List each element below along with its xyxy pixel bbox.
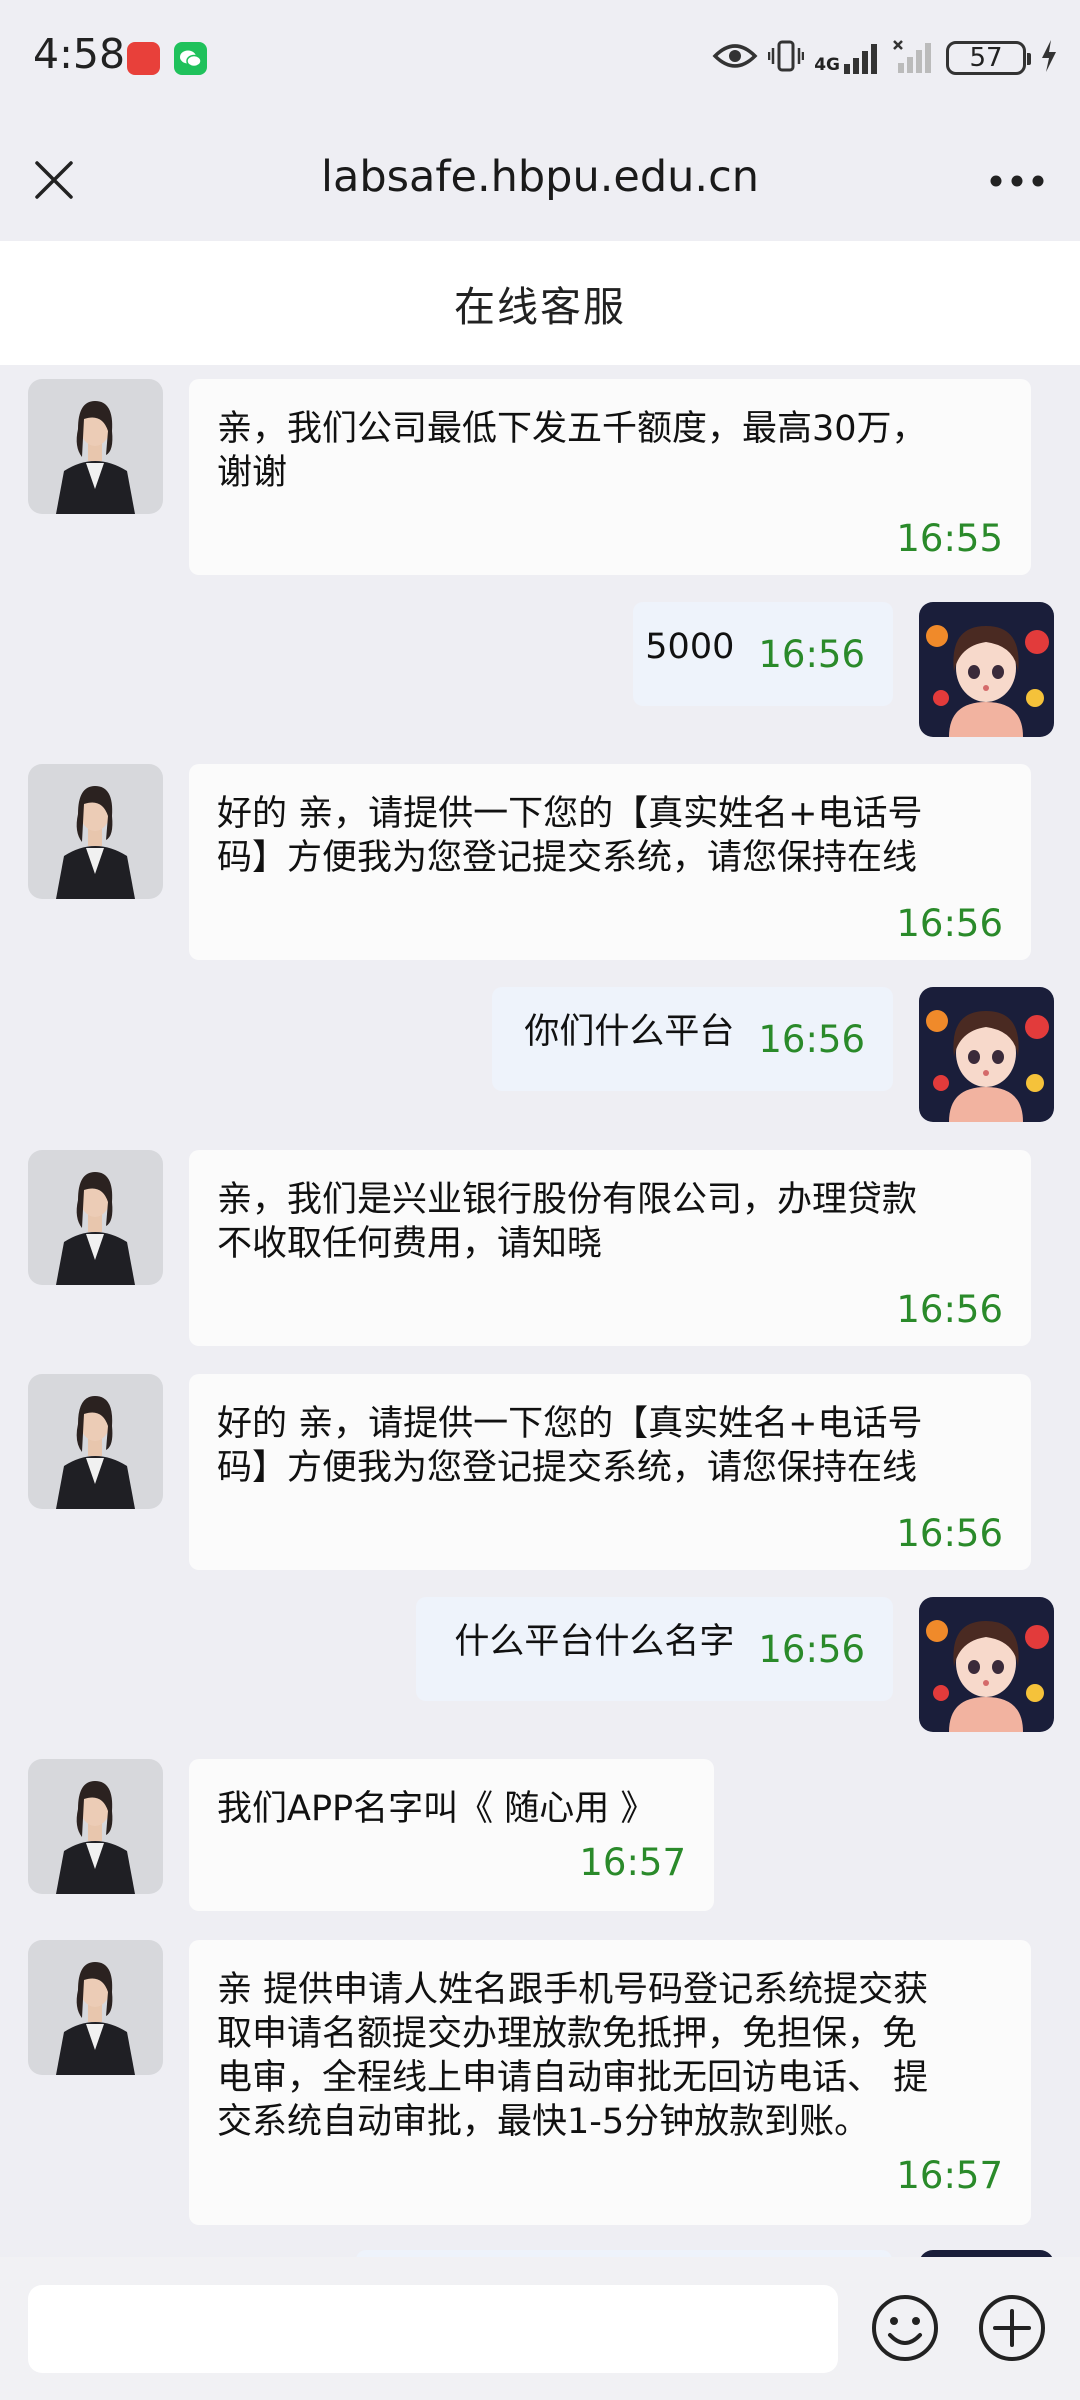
chat-bubble-agent: 亲，我们是兴业银行股份有限公司，办理贷款 不收取任何费用，请知晓 16:56 <box>189 1150 1031 1346</box>
user-avatar[interactable] <box>919 602 1054 737</box>
chat-bubble-agent: 好的 亲，请提供一下您的【真实姓名+电话号 码】方便我为您登记提交系统，请您保持… <box>189 764 1031 960</box>
more-button[interactable] <box>984 156 1050 206</box>
signal-off-icon <box>892 39 936 77</box>
charging-icon <box>1040 39 1058 77</box>
message-input[interactable] <box>28 2285 838 2373</box>
agent-avatar[interactable] <box>28 1374 163 1509</box>
chat-bubble-user: 5000 16:56 <box>633 602 893 706</box>
message-text: 好的 亲，请提供一下您的【真实姓名+电话号 码】方便我为您登记提交系统，请您保持… <box>217 1404 923 1488</box>
message-text: 5000 <box>645 627 735 667</box>
message-time: 16:57 <box>579 1841 686 1884</box>
message-time: 16:56 <box>758 632 865 676</box>
add-button[interactable] <box>977 2293 1047 2363</box>
message-time: 16:55 <box>896 517 1003 560</box>
message-text: 亲 提供申请人姓名跟手机号码登记系统提交获 取申请名额提交办理放款免抵押，免担保… <box>217 1970 929 2142</box>
message-time: 16:57 <box>896 2154 1003 2197</box>
page-title: 在线客服 <box>454 283 626 331</box>
page-url: labsafe.hbpu.edu.cn <box>321 152 759 202</box>
message-text: 你们什么平台 <box>524 1012 735 1052</box>
emoji-button[interactable] <box>870 2293 940 2363</box>
chat-bubble-agent: 我们APP名字叫《 随心用 》 16:57 <box>189 1759 714 1911</box>
agent-avatar[interactable] <box>28 1940 163 2075</box>
message-time: 16:56 <box>896 1512 1003 1555</box>
user-avatar[interactable] <box>919 987 1054 1122</box>
network-type: 4G <box>814 55 840 75</box>
status-indicators: 4G 57 <box>712 36 1058 80</box>
page-header: 在线客服 <box>0 241 1080 365</box>
message-time: 16:56 <box>896 1288 1003 1331</box>
agent-avatar[interactable] <box>28 764 163 899</box>
close-button[interactable] <box>28 154 80 206</box>
close-icon <box>35 161 73 199</box>
partial-chat-bubble <box>356 2250 892 2257</box>
status-bar: 4:58 4G 57 <box>0 0 1080 116</box>
agent-avatar[interactable] <box>28 1759 163 1894</box>
message-text: 什么平台什么名字 <box>454 1622 735 1662</box>
chat-bubble-agent: 亲 提供申请人姓名跟手机号码登记系统提交获 取申请名额提交办理放款免抵押，免担保… <box>189 1940 1031 2225</box>
eye-icon <box>712 41 758 75</box>
agent-avatar[interactable] <box>28 1150 163 1285</box>
user-avatar[interactable] <box>919 1597 1054 1732</box>
huawei-store-icon <box>127 42 160 75</box>
signal-icon: 4G <box>814 42 882 74</box>
message-time: 16:56 <box>758 1627 865 1671</box>
plus-icon <box>979 2295 1045 2361</box>
browser-bar: labsafe.hbpu.edu.cn <box>0 116 1080 241</box>
emoji-icon <box>872 2295 938 2361</box>
chat-bubble-user: 你们什么平台 16:56 <box>492 987 893 1091</box>
message-time: 16:56 <box>758 1017 865 1061</box>
chat-bubble-agent: 亲，我们公司最低下发五千额度，最高30万， 谢谢 16:55 <box>189 379 1031 575</box>
status-time: 4:58 <box>33 30 126 78</box>
message-text: 亲，我们公司最低下发五千额度，最高30万， 谢谢 <box>217 409 927 493</box>
wechat-icon <box>174 42 207 75</box>
chat-area[interactable]: 亲，我们公司最低下发五千额度，最高30万， 谢谢 16:55 5000 16:5… <box>0 365 1080 2257</box>
chat-bubble-agent: 好的 亲，请提供一下您的【真实姓名+电话号 码】方便我为您登记提交系统，请您保持… <box>189 1374 1031 1570</box>
partial-user-avatar <box>919 2250 1054 2257</box>
message-text: 亲，我们是兴业银行股份有限公司，办理贷款 不收取任何费用，请知晓 <box>217 1180 918 1264</box>
message-time: 16:56 <box>896 902 1003 945</box>
battery-indicator: 57 <box>946 41 1031 75</box>
chat-bubble-user: 什么平台什么名字 16:56 <box>416 1597 893 1701</box>
message-text: 我们APP名字叫《 随心用 》 <box>217 1789 656 1829</box>
vibrate-icon <box>767 39 805 77</box>
more-icon <box>990 175 1044 187</box>
agent-avatar[interactable] <box>28 379 163 514</box>
message-text: 好的 亲，请提供一下您的【真实姓名+电话号 码】方便我为您登记提交系统，请您保持… <box>217 794 923 878</box>
input-bar <box>0 2257 1080 2400</box>
